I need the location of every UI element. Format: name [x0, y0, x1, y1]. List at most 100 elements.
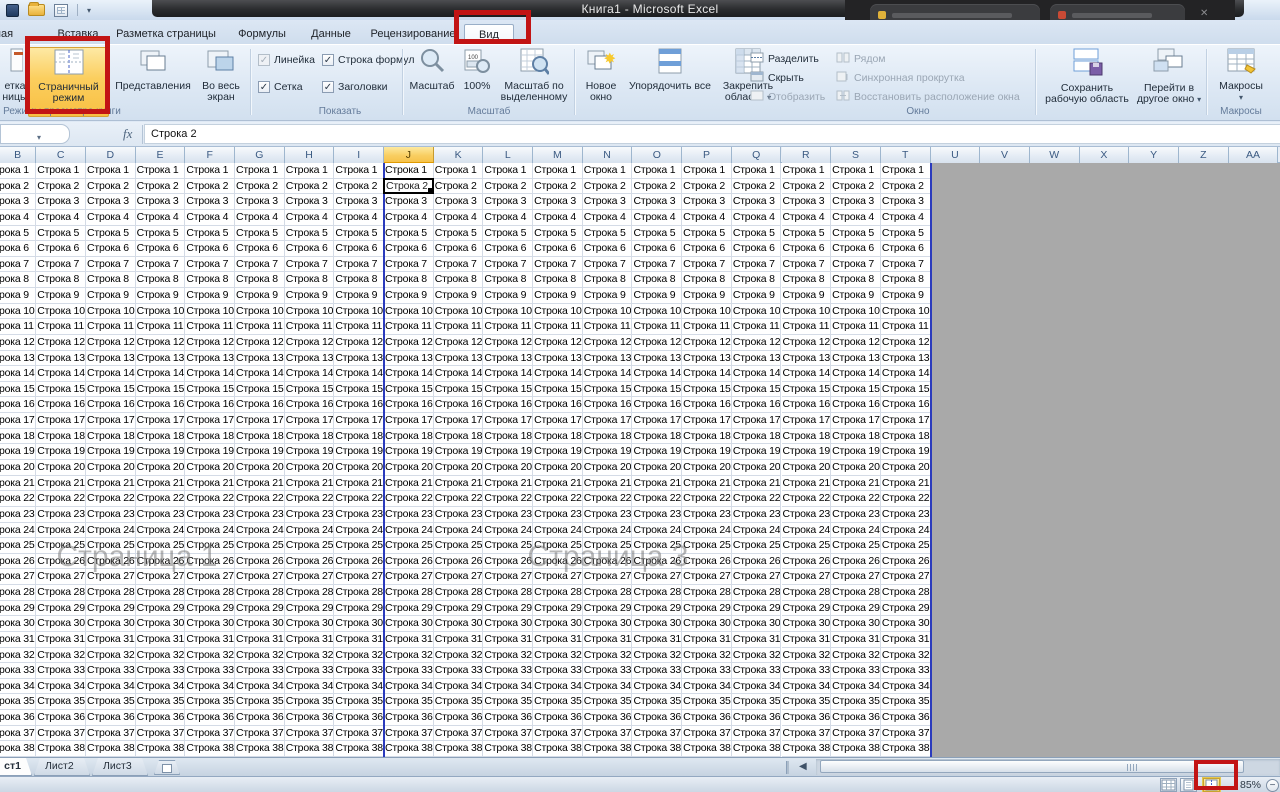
- cell-P2[interactable]: Строка 2: [682, 179, 732, 195]
- cell-R26[interactable]: Строка 26: [782, 554, 832, 570]
- cell-H29[interactable]: Строка 29: [285, 601, 335, 617]
- cell-C19[interactable]: Строка 19: [36, 444, 86, 460]
- cell-L27[interactable]: Строка 27: [483, 569, 533, 585]
- cell-R16[interactable]: Строка 16: [782, 397, 832, 413]
- cell-T25[interactable]: Строка 25: [881, 538, 931, 554]
- cell-Q16[interactable]: Строка 16: [732, 397, 782, 413]
- cell-R33[interactable]: Строка 33: [782, 663, 832, 679]
- cell-O38[interactable]: Строка 38: [632, 741, 682, 757]
- cell-G2[interactable]: Строка 2: [235, 179, 285, 195]
- cell-B32[interactable]: Строка 32: [0, 648, 36, 664]
- cell-N14[interactable]: Строка 14: [583, 366, 633, 382]
- cell-D4[interactable]: Строка 4: [86, 210, 136, 226]
- cell-C27[interactable]: Строка 27: [36, 569, 86, 585]
- cell-I3[interactable]: Строка 3: [334, 194, 384, 210]
- cell-R2[interactable]: Строка 2: [782, 179, 832, 195]
- cell-N25[interactable]: Строка 25: [583, 538, 633, 554]
- cell-T2[interactable]: Строка 2: [881, 179, 931, 195]
- cell-I33[interactable]: Строка 33: [334, 663, 384, 679]
- cell-C24[interactable]: Строка 24: [36, 523, 86, 539]
- cell-M2[interactable]: Строка 2: [533, 179, 583, 195]
- open-folder-icon[interactable]: [28, 4, 45, 16]
- cell-K14[interactable]: Строка 14: [434, 366, 484, 382]
- cell-P35[interactable]: Строка 35: [682, 694, 732, 710]
- cell-B14[interactable]: Строка 14: [0, 366, 36, 382]
- cell-C2[interactable]: Строка 2: [36, 179, 86, 195]
- cell-G11[interactable]: Строка 11: [235, 319, 285, 335]
- cell-O26[interactable]: Строка 26: [632, 554, 682, 570]
- cell-R22[interactable]: Строка 22: [782, 491, 832, 507]
- cell-K10[interactable]: Строка 10: [434, 304, 484, 320]
- cell-I19[interactable]: Строка 19: [334, 444, 384, 460]
- cell-S3[interactable]: Строка 3: [831, 194, 881, 210]
- cell-C30[interactable]: Строка 30: [36, 616, 86, 632]
- cell-N6[interactable]: Строка 6: [583, 241, 633, 257]
- cell-C17[interactable]: Строка 17: [36, 413, 86, 429]
- cell-P13[interactable]: Строка 13: [682, 351, 732, 367]
- cell-H35[interactable]: Строка 35: [285, 694, 335, 710]
- cell-T29[interactable]: Строка 29: [881, 601, 931, 617]
- cell-H24[interactable]: Строка 24: [285, 523, 335, 539]
- cell-B10[interactable]: Строка 10: [0, 304, 36, 320]
- cell-S21[interactable]: Строка 21: [831, 476, 881, 492]
- cell-L31[interactable]: Строка 31: [483, 632, 533, 648]
- cell-B38[interactable]: Строка 38: [0, 741, 36, 757]
- column-header-E[interactable]: E: [136, 147, 186, 163]
- cell-K4[interactable]: Строка 4: [434, 210, 484, 226]
- column-header-V[interactable]: V: [980, 147, 1030, 163]
- cell-S28[interactable]: Строка 28: [831, 585, 881, 601]
- tab-vstavka[interactable]: Вставка: [52, 24, 104, 44]
- cell-D1[interactable]: Строка 1: [86, 163, 136, 179]
- cell-C4[interactable]: Строка 4: [36, 210, 86, 226]
- cell-E25[interactable]: Строка 25: [136, 538, 186, 554]
- sheet-tab-list2[interactable]: Лист2: [34, 758, 90, 776]
- cell-T31[interactable]: Строка 31: [881, 632, 931, 648]
- cell-E26[interactable]: Строка 26: [136, 554, 186, 570]
- cell-K27[interactable]: Строка 27: [434, 569, 484, 585]
- column-header-M[interactable]: M: [533, 147, 583, 163]
- cell-G13[interactable]: Строка 13: [235, 351, 285, 367]
- cell-P4[interactable]: Строка 4: [682, 210, 732, 226]
- cell-T4[interactable]: Строка 4: [881, 210, 931, 226]
- cell-K22[interactable]: Строка 22: [434, 491, 484, 507]
- cell-D7[interactable]: Строка 7: [86, 257, 136, 273]
- cell-E31[interactable]: Строка 31: [136, 632, 186, 648]
- cell-K5[interactable]: Строка 5: [434, 226, 484, 242]
- cell-M24[interactable]: Строка 24: [533, 523, 583, 539]
- cell-I12[interactable]: Строка 12: [334, 335, 384, 351]
- cell-K25[interactable]: Строка 25: [434, 538, 484, 554]
- cell-T20[interactable]: Строка 20: [881, 460, 931, 476]
- cell-C10[interactable]: Строка 10: [36, 304, 86, 320]
- cell-T12[interactable]: Строка 12: [881, 335, 931, 351]
- cell-Q5[interactable]: Строка 5: [732, 226, 782, 242]
- cell-H33[interactable]: Строка 33: [285, 663, 335, 679]
- cell-L28[interactable]: Строка 28: [483, 585, 533, 601]
- cell-G4[interactable]: Строка 4: [235, 210, 285, 226]
- cell-E27[interactable]: Строка 27: [136, 569, 186, 585]
- cell-Q25[interactable]: Строка 25: [732, 538, 782, 554]
- cell-K36[interactable]: Строка 36: [434, 710, 484, 726]
- headings-checkbox[interactable]: ✓ Заголовки: [322, 81, 388, 93]
- cell-E24[interactable]: Строка 24: [136, 523, 186, 539]
- cell-D2[interactable]: Строка 2: [86, 179, 136, 195]
- cell-M36[interactable]: Строка 36: [533, 710, 583, 726]
- cell-H37[interactable]: Строка 37: [285, 726, 335, 742]
- cell-G22[interactable]: Строка 22: [235, 491, 285, 507]
- cell-Q21[interactable]: Строка 21: [732, 476, 782, 492]
- cell-O19[interactable]: Строка 19: [632, 444, 682, 460]
- cell-C20[interactable]: Строка 20: [36, 460, 86, 476]
- arrange-all-button[interactable]: Упорядочить все: [626, 47, 714, 92]
- cell-H21[interactable]: Строка 21: [285, 476, 335, 492]
- cell-F21[interactable]: Строка 21: [185, 476, 235, 492]
- cell-E3[interactable]: Строка 3: [136, 194, 186, 210]
- cell-I22[interactable]: Строка 22: [334, 491, 384, 507]
- cell-B12[interactable]: Строка 12: [0, 335, 36, 351]
- cell-Q3[interactable]: Строка 3: [732, 194, 782, 210]
- cell-F17[interactable]: Строка 17: [185, 413, 235, 429]
- cell-E19[interactable]: Строка 19: [136, 444, 186, 460]
- custom-views-button[interactable]: Представления: [112, 47, 194, 92]
- cell-P12[interactable]: Строка 12: [682, 335, 732, 351]
- cell-B3[interactable]: Строка 3: [0, 194, 36, 210]
- cell-L8[interactable]: Строка 8: [483, 272, 533, 288]
- cell-J11[interactable]: Строка 11: [384, 319, 434, 335]
